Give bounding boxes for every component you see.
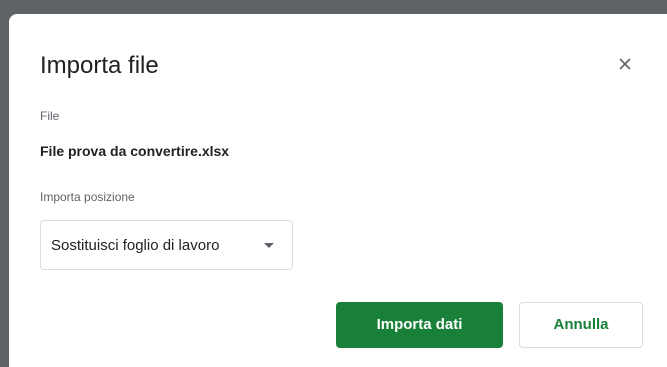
- dialog-title: Importa file: [40, 52, 159, 79]
- file-label: File: [40, 109, 60, 123]
- import-data-button[interactable]: Importa dati: [336, 302, 503, 348]
- import-position-label: Importa posizione: [40, 190, 135, 204]
- close-icon[interactable]: [613, 52, 637, 76]
- import-position-select[interactable]: Sostituisci foglio di lavoro: [40, 220, 293, 270]
- import-file-dialog: Importa file File File prova da converti…: [9, 14, 667, 367]
- import-position-selected-value: Sostituisci foglio di lavoro: [51, 237, 220, 254]
- caret-down-icon: [264, 243, 274, 248]
- cancel-button[interactable]: Annulla: [519, 302, 643, 348]
- file-name: File prova da convertire.xlsx: [40, 143, 230, 159]
